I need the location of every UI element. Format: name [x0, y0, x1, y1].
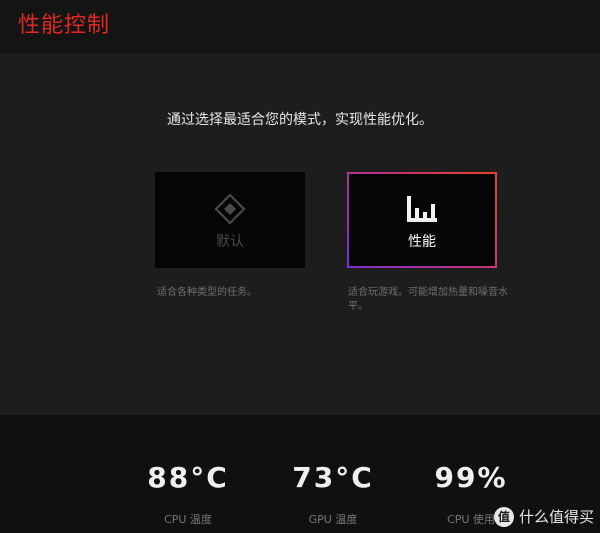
mode-card-performance[interactable]: 性能	[347, 172, 497, 268]
mode-description-performance: 适合玩游戏。可能增加热量和噪音水平。	[348, 287, 508, 312]
mode-instruction-text: 通过选择最适合您的模式，实现性能优化。	[167, 112, 433, 128]
watermark-text: 什么值得买	[518, 508, 594, 526]
bar-levels-icon	[407, 196, 437, 222]
performance-control-window: 性能控制 通过选择最适合您的模式，实现性能优化。 默认 性能 适合各种类型的任务…	[0, 0, 600, 533]
watermark: 值 什么值得买	[493, 507, 594, 527]
gpu-temperature-value: 73°C	[292, 461, 374, 494]
cpu-temperature-label: CPU 温度	[164, 513, 212, 526]
cpu-usage-value: 99%	[434, 461, 508, 494]
diamond-icon	[214, 194, 246, 224]
cpu-temperature-value: 88°C	[147, 461, 229, 494]
mode-label-performance: 性能	[408, 234, 436, 250]
mode-label-default: 默认	[216, 234, 244, 250]
mode-description-default: 适合各种类型的任务。	[157, 287, 257, 298]
page-title: 性能控制	[18, 13, 111, 38]
gpu-temperature-stat: 73°C GPU 温度	[273, 461, 393, 527]
mode-selection-panel: 通过选择最适合您的模式，实现性能优化。 默认 性能 适合各种类型的任务。 适合玩…	[0, 55, 600, 415]
mode-card-default[interactable]: 默认	[155, 172, 305, 268]
watermark-badge-icon: 值	[493, 507, 514, 527]
gpu-temperature-label: GPU 温度	[308, 513, 358, 526]
cpu-temperature-stat: 88°C CPU 温度	[128, 461, 248, 527]
header-bar: 性能控制	[0, 0, 600, 55]
